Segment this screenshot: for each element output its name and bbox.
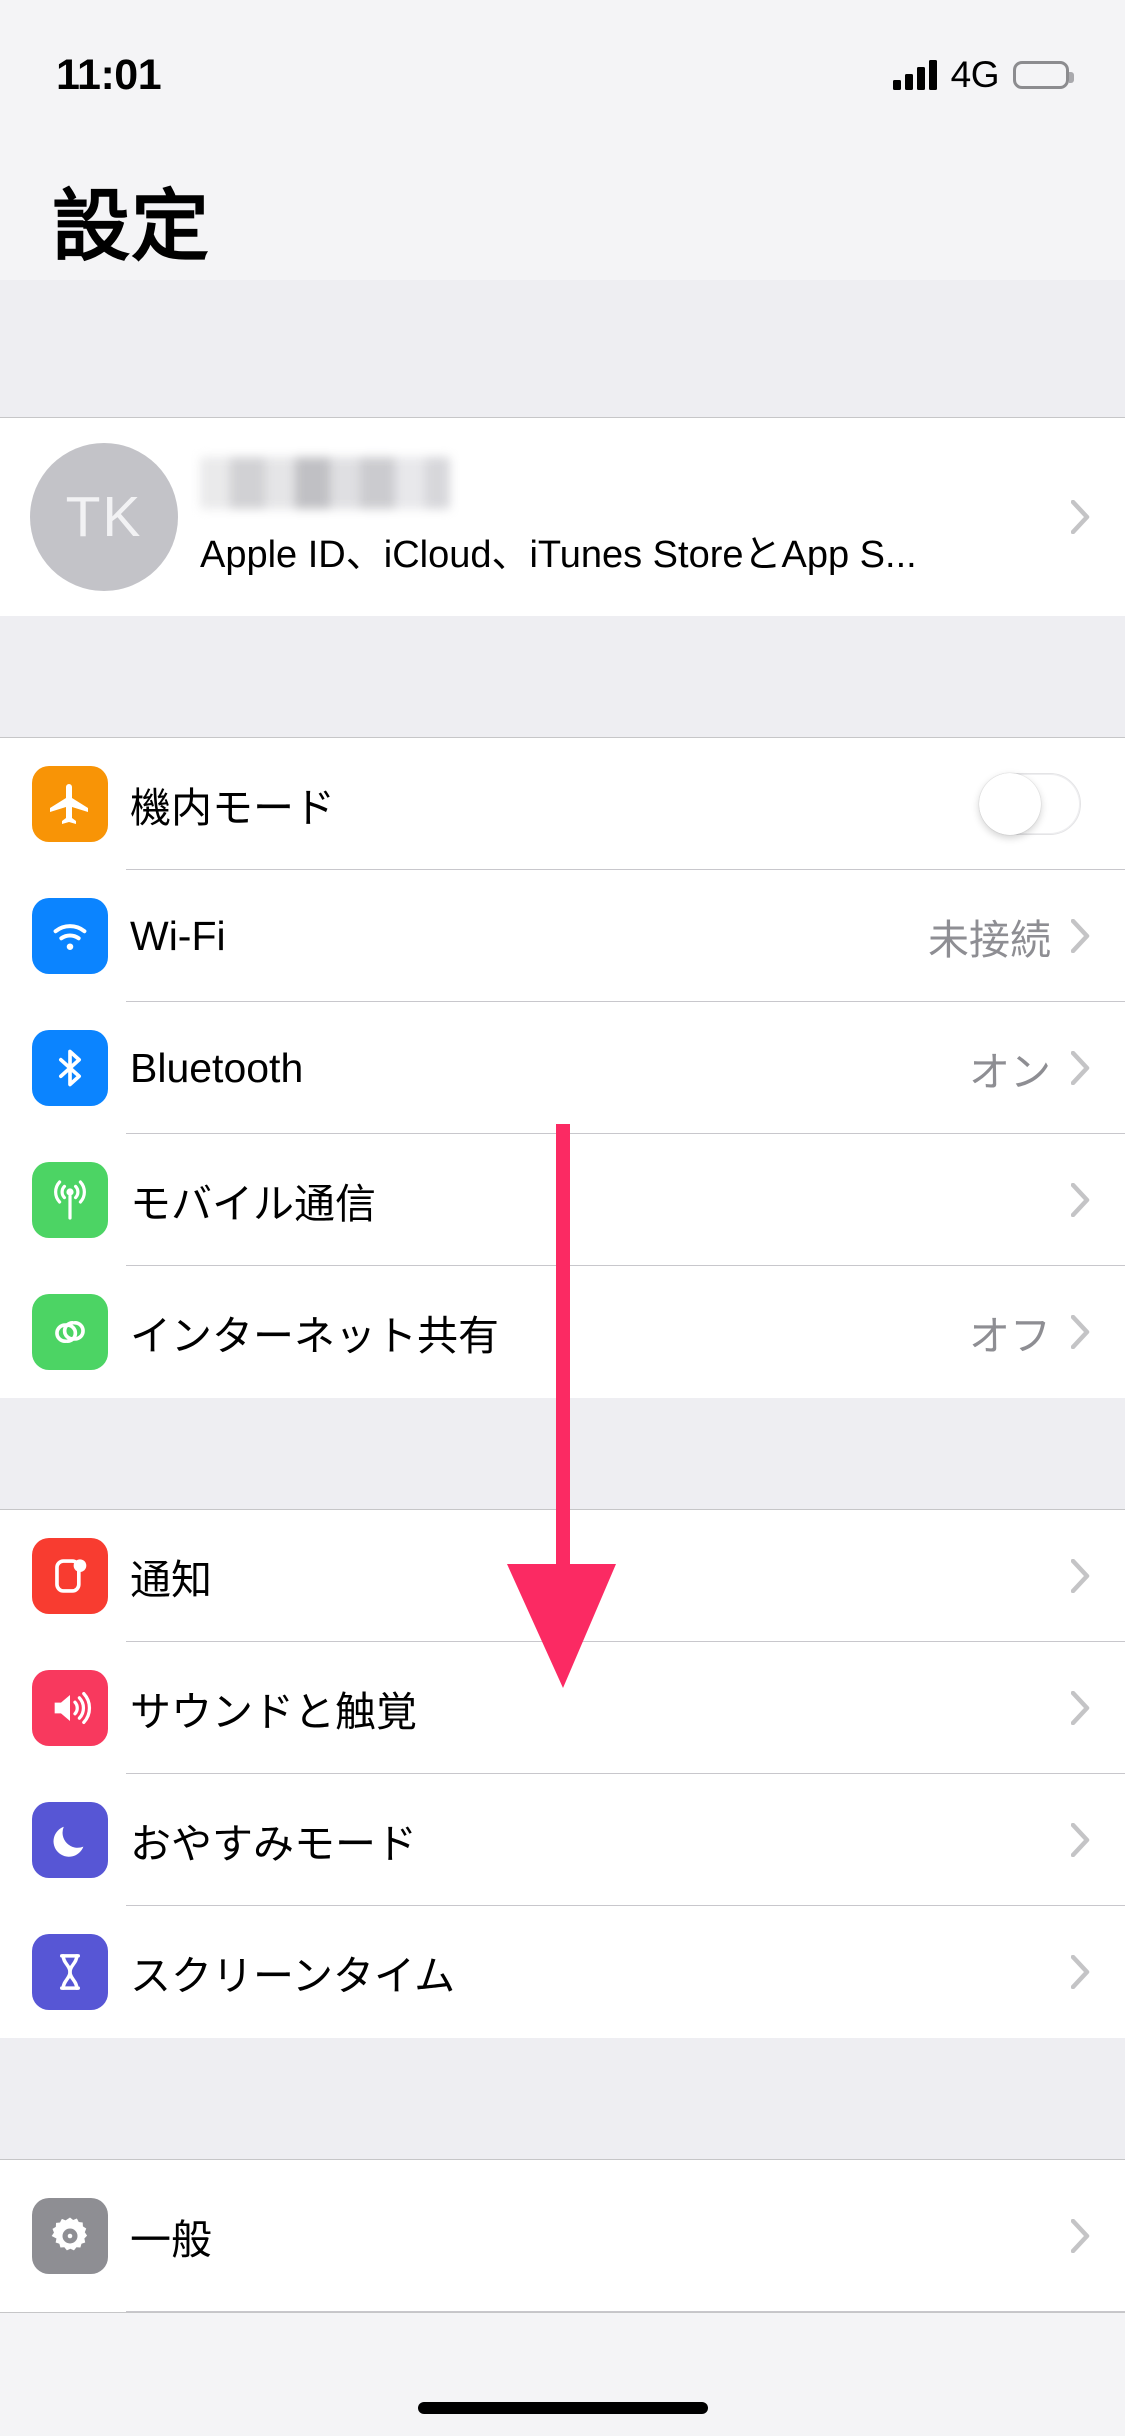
row-accessory (1051, 1955, 1125, 1989)
section-spacer-3 (0, 2038, 1125, 2160)
chevron-right-icon (1071, 1823, 1091, 1857)
settings-screen: 11:01 4G 設定 TK Apple ID、iCloud、iTunes St… (0, 0, 1125, 2436)
airplane-mode-toggle[interactable] (979, 773, 1081, 835)
chevron-right-icon (1071, 2219, 1091, 2253)
settings-row-general[interactable]: 一般 (0, 2160, 1125, 2312)
status-time: 11:01 (56, 50, 162, 99)
chevron-right-icon (1071, 500, 1125, 534)
chevron-right-icon (1071, 919, 1091, 953)
airplane-icon (32, 766, 108, 842)
row-label: 機内モード (130, 785, 335, 831)
settings-row-airplane-mode[interactable]: 機内モード (0, 738, 1125, 870)
group-system: 一般 (0, 2160, 1125, 2313)
row-accessory (1051, 1559, 1125, 1593)
chevron-right-icon (1071, 1559, 1091, 1593)
row-accessory (979, 773, 1125, 835)
personal-hotspot-icon (32, 1294, 108, 1370)
row-accessory: オン (969, 1038, 1125, 1098)
settings-row-cellular[interactable]: モバイル通信 (0, 1134, 1125, 1266)
title-spacer (0, 280, 1125, 418)
chevron-right-icon (1071, 1051, 1091, 1085)
row-label: インターネット共有 (130, 1313, 499, 1359)
row-accessory (1051, 1183, 1125, 1217)
status-indicators: 4G (892, 54, 1074, 96)
carrier-network-label: 4G (950, 54, 1000, 95)
row-accessory (1071, 2219, 1125, 2253)
row-value: オフ (969, 1313, 1051, 1359)
row-value: オン (969, 1049, 1051, 1095)
cellular-antenna-icon (32, 1162, 108, 1238)
status-bar: 11:01 4G (0, 0, 1125, 132)
settings-row-wifi[interactable]: Wi-Fi 未接続 (0, 870, 1125, 1002)
section-spacer-1 (0, 616, 1125, 738)
wifi-icon (32, 898, 108, 974)
chevron-right-icon (1071, 1691, 1091, 1725)
moon-do-not-disturb-icon (32, 1802, 108, 1878)
row-accessory (1051, 1691, 1125, 1725)
row-value: 未接続 (928, 917, 1051, 963)
row-label: 一般 (130, 2217, 212, 2263)
page-title: 設定 (52, 182, 211, 270)
row-accessory (1051, 1823, 1125, 1857)
settings-row-personal-hotspot[interactable]: インターネット共有 オフ (0, 1266, 1125, 1398)
row-label: Wi-Fi (130, 912, 226, 959)
chevron-right-icon (1071, 1183, 1091, 1217)
apple-id-row[interactable]: TK Apple ID、iCloud、iTunes StoreとApp S... (0, 418, 1125, 616)
section-spacer-2 (0, 1398, 1125, 1510)
sounds-speaker-icon (32, 1670, 108, 1746)
chevron-right-icon (1071, 1315, 1091, 1349)
settings-row-sounds-haptics[interactable]: サウンドと触覚 (0, 1642, 1125, 1774)
gear-settings-icon (32, 2198, 108, 2274)
row-label: Bluetooth (130, 1044, 304, 1091)
row-label: おやすみモード (130, 1821, 417, 1867)
row-accessory: オフ (969, 1302, 1125, 1362)
apple-id-subtitle: Apple ID、iCloud、iTunes StoreとApp S... (200, 533, 917, 576)
bluetooth-icon (32, 1030, 108, 1106)
battery-full-icon (1013, 61, 1074, 89)
apple-id-text: Apple ID、iCloud、iTunes StoreとApp S... (200, 456, 917, 578)
row-label: 通知 (130, 1557, 212, 1603)
home-indicator-bar (417, 2402, 708, 2414)
row-label: サウンドと触覚 (130, 1689, 417, 1735)
hourglass-screentime-icon (32, 1934, 108, 2010)
settings-row-bluetooth[interactable]: Bluetooth オン (0, 1002, 1125, 1134)
group-alerts: 通知 サウンドと触覚 おやすみモード スクリーンタイム (0, 1510, 1125, 2039)
group-connectivity: 機内モード Wi-Fi 未接続 Bluetooth オン モバイル通信 インター… (0, 738, 1125, 1399)
avatar: TK (30, 443, 178, 591)
chevron-right-icon (1071, 1955, 1091, 1989)
signal-bars-icon (892, 60, 937, 90)
settings-row-do-not-disturb[interactable]: おやすみモード (0, 1774, 1125, 1906)
row-label: スクリーンタイム (130, 1953, 456, 1999)
apple-id-group: TK Apple ID、iCloud、iTunes StoreとApp S... (0, 418, 1125, 617)
row-accessory: 未接続 (928, 906, 1125, 966)
notifications-icon (32, 1538, 108, 1614)
settings-row-notifications[interactable]: 通知 (0, 1510, 1125, 1642)
settings-row-screen-time[interactable]: スクリーンタイム (0, 1906, 1125, 2038)
account-name-redacted (200, 456, 450, 509)
row-label: モバイル通信 (130, 1181, 376, 1227)
